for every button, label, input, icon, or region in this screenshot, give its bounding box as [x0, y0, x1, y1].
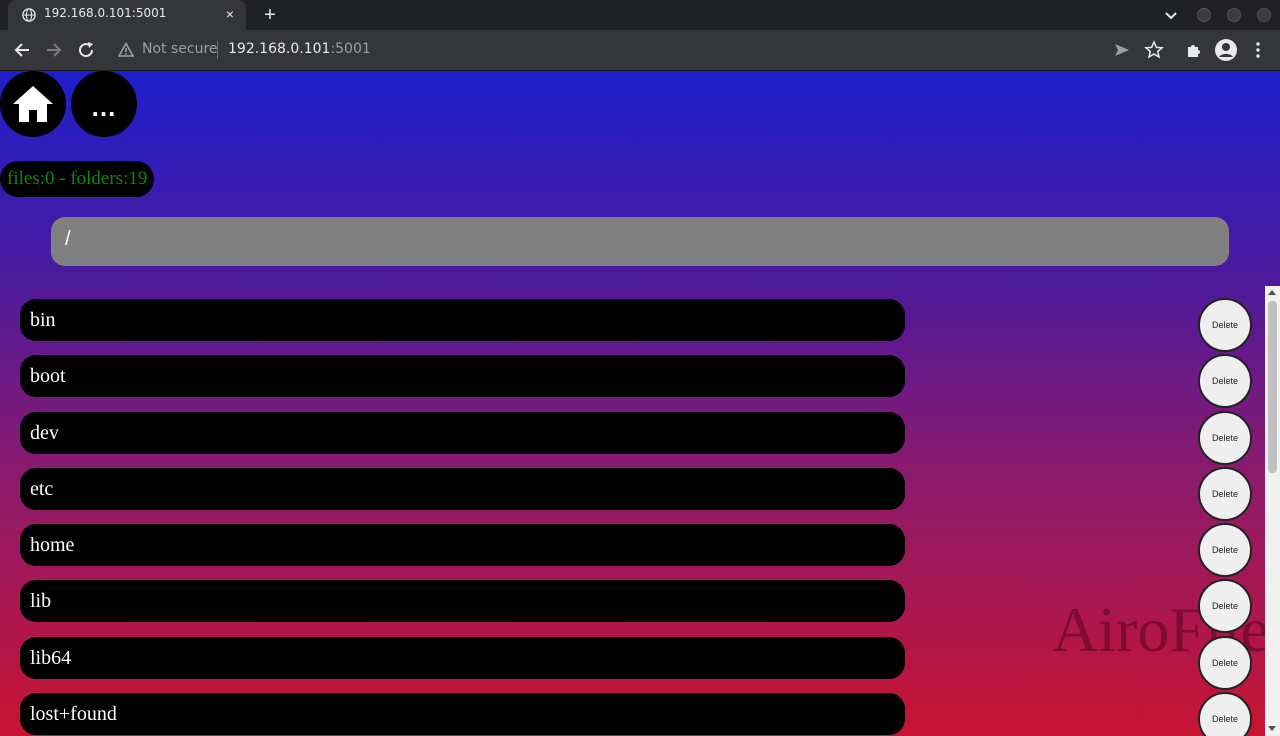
window-close-icon[interactable]: [1257, 8, 1271, 22]
omnibox-divider: [217, 41, 218, 59]
browser-toolbar: Not secure 192.168.0.101:5001: [0, 30, 1280, 71]
delete-button[interactable]: Delete: [1198, 692, 1252, 736]
browser-tabstrip: 192.168.0.101:5001 × +: [0, 0, 1280, 30]
address-bar[interactable]: Not secure 192.168.0.101:5001: [108, 34, 1204, 65]
url-text: 192.168.0.101:5001: [228, 41, 371, 57]
list-item: bin Delete: [0, 298, 1264, 354]
home-button[interactable]: [0, 71, 66, 137]
profile-avatar-icon[interactable]: [1214, 38, 1238, 62]
page-viewport: ... files:0 - folders:19 / AiroFile bin …: [0, 71, 1280, 736]
warning-icon[interactable]: [118, 42, 134, 58]
delete-button[interactable]: Delete: [1198, 523, 1252, 577]
tab-close-icon[interactable]: ×: [222, 6, 238, 22]
scroll-down-arrow-icon[interactable]: [1268, 726, 1276, 731]
list-item: lost+found Delete: [0, 692, 1264, 736]
globe-icon: [22, 8, 36, 22]
browser-menu-icon[interactable]: [1248, 40, 1268, 60]
list-item: dev Delete: [0, 411, 1264, 467]
delete-button[interactable]: Delete: [1198, 636, 1252, 690]
send-icon[interactable]: [1112, 40, 1132, 60]
list-item: etc Delete: [0, 467, 1264, 523]
security-status: Not secure: [142, 41, 218, 57]
new-tab-icon[interactable]: +: [258, 3, 282, 27]
more-label: ...: [91, 91, 117, 122]
list-item: boot Delete: [0, 354, 1264, 410]
folder-button[interactable]: etc: [20, 468, 905, 510]
folder-button[interactable]: lost+found: [20, 693, 905, 735]
forward-icon[interactable]: [44, 40, 64, 60]
back-icon[interactable]: [12, 40, 32, 60]
delete-button[interactable]: Delete: [1198, 298, 1252, 352]
list-scrollbar[interactable]: [1265, 286, 1280, 736]
list-item: lib Delete: [0, 579, 1264, 635]
folder-button[interactable]: lib64: [20, 637, 905, 679]
scroll-thumb[interactable]: [1268, 301, 1277, 473]
more-options-button[interactable]: ...: [71, 71, 137, 137]
scroll-up-arrow-icon[interactable]: [1268, 290, 1276, 295]
delete-button[interactable]: Delete: [1198, 579, 1252, 633]
tab-title: 192.168.0.101:5001: [44, 6, 167, 20]
window-minimize-icon[interactable]: [1197, 8, 1211, 22]
list-item: home Delete: [0, 523, 1264, 579]
home-icon: [13, 86, 53, 122]
folder-button[interactable]: dev: [20, 412, 905, 454]
path-bar: /: [51, 217, 1229, 266]
folder-button[interactable]: home: [20, 524, 905, 566]
window-maximize-icon[interactable]: [1227, 8, 1241, 22]
bookmark-star-icon[interactable]: [1144, 40, 1164, 60]
url-port: :5001: [330, 41, 371, 57]
reload-icon[interactable]: [76, 40, 96, 60]
extensions-icon[interactable]: [1184, 40, 1204, 60]
folder-button[interactable]: bin: [20, 299, 905, 341]
item-counts: files:0 - folders:19: [0, 161, 155, 197]
list-item: lib64 Delete: [0, 636, 1264, 692]
url-host: 192.168.0.101: [228, 41, 331, 57]
delete-button[interactable]: Delete: [1198, 411, 1252, 465]
folder-button[interactable]: lib: [20, 580, 905, 622]
delete-button[interactable]: Delete: [1198, 467, 1252, 521]
delete-button[interactable]: Delete: [1198, 354, 1252, 408]
current-path: /: [65, 228, 71, 250]
browser-tab[interactable]: 192.168.0.101:5001 ×: [8, 0, 246, 30]
folder-button[interactable]: boot: [20, 355, 905, 397]
tab-search-chevron-icon[interactable]: [1162, 6, 1180, 24]
